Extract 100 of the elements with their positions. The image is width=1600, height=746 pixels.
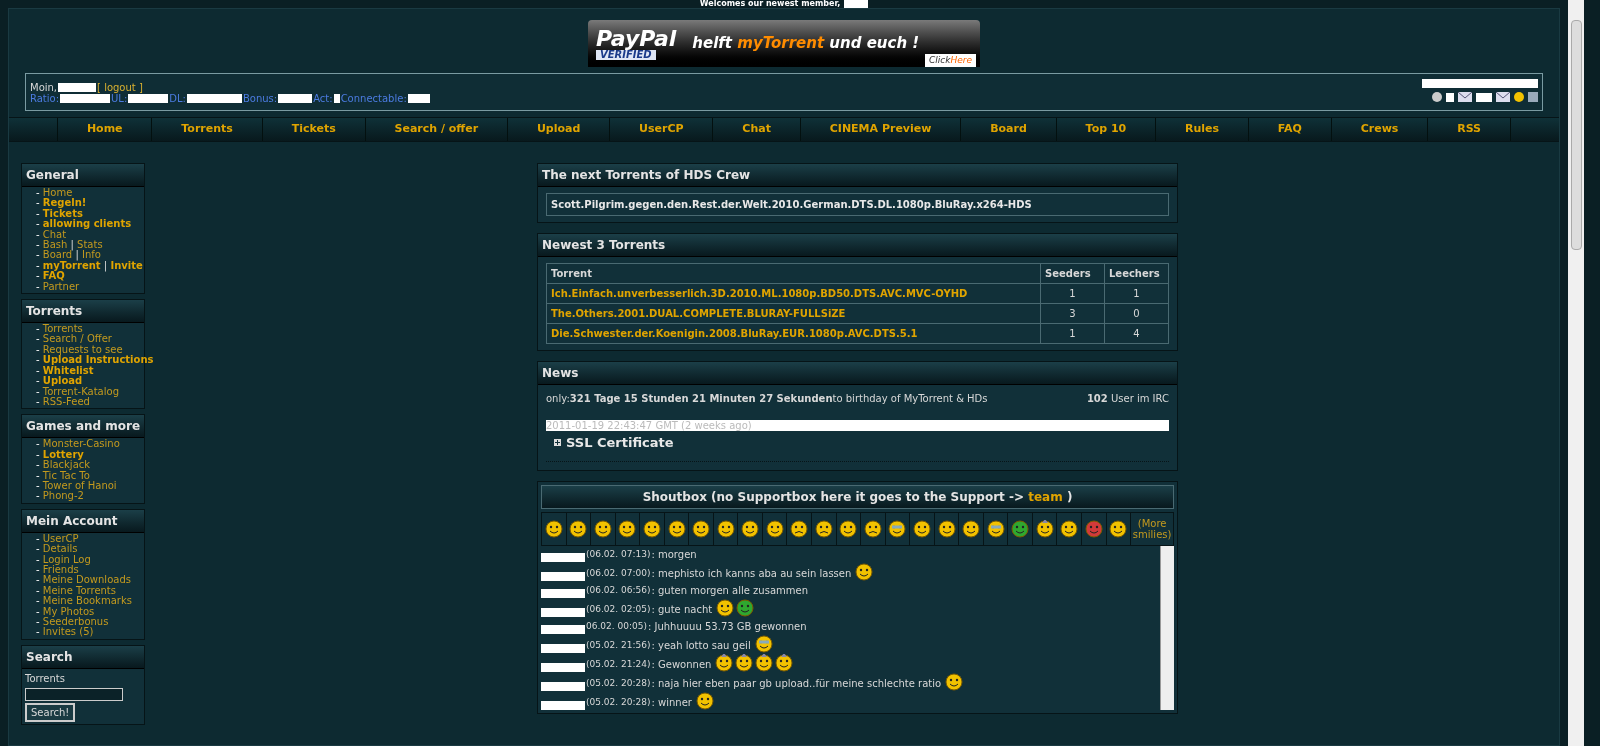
sidebar-link[interactable]: Phong-2 xyxy=(42,490,84,502)
bullet-dash: - xyxy=(36,395,40,407)
sidebar-link[interactable]: Chat xyxy=(42,228,67,240)
sidebar-title: Games and more xyxy=(26,419,141,434)
sidebar-link[interactable]: Bash xyxy=(42,239,68,251)
bullet-dash: - xyxy=(36,280,40,292)
column-header: Torrent xyxy=(546,263,1041,284)
redaction-block xyxy=(60,94,111,103)
sidebar-link[interactable]: Home xyxy=(42,187,73,198)
sidebar-link[interactable]: allowing clients xyxy=(42,218,132,230)
message-text: : Juhhuuuu 53.73 GB gewonnen xyxy=(647,619,807,634)
nav-link[interactable]: Search / offer xyxy=(364,118,507,141)
nav-link[interactable]: Upload xyxy=(507,118,610,141)
sidebar-link[interactable]: Upload xyxy=(42,375,83,387)
table-cell: 4 xyxy=(1104,323,1169,344)
nav-link[interactable]: Chat xyxy=(712,118,800,141)
bullet-dash: - xyxy=(36,270,40,282)
redaction-block xyxy=(333,94,340,103)
search-label: Torrents xyxy=(25,671,65,686)
help-icon[interactable] xyxy=(1432,92,1442,102)
shoutbox-title-end: ) xyxy=(1066,489,1073,504)
logout-link[interactable]: [ logout ] xyxy=(97,82,143,93)
message-time: (05.02. 20:28) xyxy=(586,677,651,690)
search-button[interactable]: Search! xyxy=(25,702,76,722)
search-field[interactable] xyxy=(25,687,123,701)
nav-link[interactable]: Home xyxy=(57,118,152,141)
sidebar-link[interactable]: Tower of Hanoi xyxy=(42,479,117,491)
sidebar-link[interactable]: Invite xyxy=(110,259,143,271)
countdown-text: only:321 Tage 15 Stunden 21 Minuten 27 Sekundento birthday of MyTorrent & HDs xyxy=(546,392,988,406)
page-scrollbar[interactable] xyxy=(1568,0,1584,746)
sidebar-link[interactable]: Regeln! xyxy=(42,197,87,209)
sidebar-link[interactable]: Meine Torrents xyxy=(42,584,116,596)
sidebar-link[interactable]: UserCP xyxy=(42,532,79,544)
mail-icon[interactable] xyxy=(1496,92,1510,102)
bullet-dash: - xyxy=(36,323,40,335)
nav-link[interactable]: Rules xyxy=(1155,118,1248,141)
sidebar-link[interactable]: Search / Offer xyxy=(42,333,112,345)
team-link[interactable]: team xyxy=(1028,489,1063,504)
bullet-dash: - xyxy=(36,605,40,617)
sidebar-title: Torrents xyxy=(26,304,83,319)
sidebar-link[interactable]: Friends xyxy=(42,563,79,575)
sidebar-link[interactable]: RSS-Feed xyxy=(42,395,90,407)
sidebar-link[interactable]: Blackjack xyxy=(42,459,91,471)
redaction-block xyxy=(58,83,97,92)
sidebar-link[interactable]: Upload Instructions xyxy=(42,354,154,366)
nav-link[interactable]: Crews xyxy=(1330,118,1428,141)
bullet-dash: - xyxy=(36,343,40,355)
redaction-block xyxy=(278,94,313,103)
redaction-block xyxy=(541,662,585,672)
sidebar-link[interactable]: Seederbonus xyxy=(42,616,109,627)
stat-label: Bonus: xyxy=(242,93,278,104)
separator: | xyxy=(103,259,108,271)
sidebar-link[interactable]: My Photos xyxy=(42,605,95,617)
news-headline[interactable]: SSL Certificate xyxy=(566,433,674,453)
message-text: : gute nacht xyxy=(651,602,713,617)
panel-title: The next Torrents of HDS Crew xyxy=(542,168,751,182)
sidebar-link[interactable]: Lottery xyxy=(42,448,84,460)
expand-icon[interactable] xyxy=(554,439,561,447)
message-text: : naja hier eben paar gb upload..für meine schlechte ratio xyxy=(651,676,942,691)
frog-icon xyxy=(736,598,755,617)
bullet-dash: - xyxy=(36,459,40,471)
bullet-dash: - xyxy=(36,187,40,198)
nav-link[interactable]: UserCP xyxy=(609,118,713,141)
sidebar-link[interactable]: Torrents xyxy=(42,323,83,335)
nav-link[interactable]: Tickets xyxy=(261,118,365,141)
sidebar-link[interactable]: myTorrent xyxy=(42,259,101,271)
mail-icon[interactable] xyxy=(1458,92,1472,102)
redaction-block xyxy=(541,624,585,634)
scrollbar[interactable] xyxy=(1160,545,1174,710)
sidebar-link[interactable]: Meine Bookmarks xyxy=(42,595,132,607)
sidebar-title: Search xyxy=(26,649,73,664)
paypal-banner[interactable]: PayPal VERIFIED helft myTorrent und euch ! ClickHere xyxy=(588,20,980,67)
sidebar-link[interactable]: FAQ xyxy=(42,270,65,282)
redaction-block xyxy=(541,643,585,653)
sidebar-link[interactable]: Requests to see xyxy=(42,343,123,355)
sidebar-link[interactable]: Meine Downloads xyxy=(42,574,131,586)
nav-link[interactable]: CINEMA Preview xyxy=(799,118,961,141)
more-smilies-link[interactable]: (More smilies) xyxy=(1131,512,1174,545)
sidebar-link[interactable]: Partner xyxy=(42,280,80,292)
sidebar-link[interactable]: Whitelist xyxy=(42,364,94,376)
news-date: 2011-01-19 22:43:47 GMT (2 weeks ago) xyxy=(546,420,1169,431)
redaction-block xyxy=(541,607,585,617)
sidebar-link[interactable]: Login Log xyxy=(42,553,91,565)
sidebar-link[interactable]: Info xyxy=(81,249,101,261)
sidebar-link[interactable]: Tic Tac To xyxy=(42,469,90,481)
message-text: : Gewonnen xyxy=(651,657,712,672)
sidebar-link[interactable]: Details xyxy=(42,543,78,555)
redaction-block xyxy=(844,0,869,9)
bullet-dash: - xyxy=(36,553,40,565)
sidebar-link[interactable]: Monster-Casino xyxy=(42,438,120,450)
bullet-dash: - xyxy=(36,479,40,491)
sidebar-link[interactable]: Tickets xyxy=(42,207,83,219)
nav-link[interactable]: FAQ xyxy=(1248,118,1331,141)
redaction-block xyxy=(541,588,585,598)
nav-link[interactable]: Top 10 xyxy=(1055,118,1156,141)
sidebar-link[interactable]: Stats xyxy=(77,239,103,251)
nav-link[interactable]: RSS xyxy=(1427,118,1511,141)
sidebar-link[interactable]: Invites (5) xyxy=(42,626,94,638)
nav-link[interactable]: Board xyxy=(960,118,1056,141)
nav-link[interactable]: Torrents xyxy=(151,118,262,141)
